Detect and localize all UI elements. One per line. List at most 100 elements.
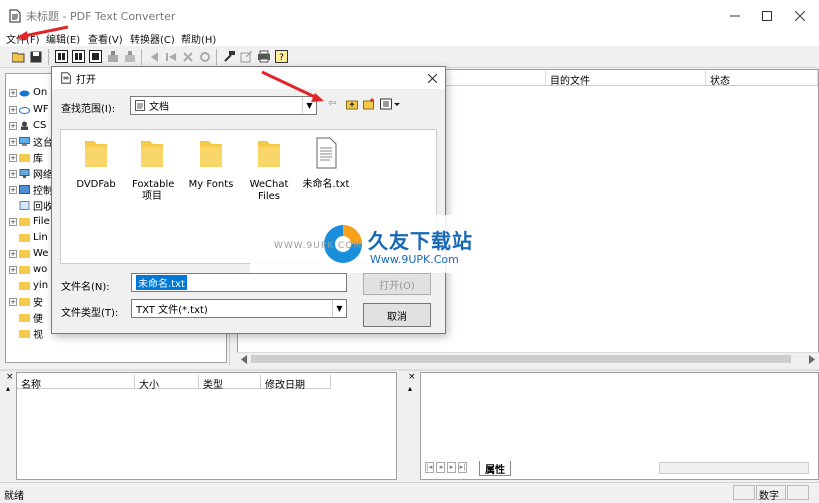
help-icon: ? bbox=[275, 50, 288, 63]
dialog-close-button[interactable] bbox=[424, 70, 440, 86]
tree-item[interactable]: + 网络 bbox=[9, 167, 53, 181]
tab-scrollbar[interactable] bbox=[659, 462, 809, 474]
expand-icon[interactable]: + bbox=[9, 265, 17, 274]
chevron-down-icon[interactable]: ▼ bbox=[302, 97, 316, 114]
view-menu-icon[interactable] bbox=[380, 98, 400, 110]
expand-icon[interactable]: + bbox=[9, 249, 17, 258]
column-header-size[interactable]: 大小 bbox=[135, 375, 199, 391]
stamp-all-icon bbox=[125, 51, 135, 62]
column-header-status[interactable]: 状态 bbox=[706, 70, 818, 87]
tree-item[interactable]: 便 bbox=[9, 311, 43, 325]
expand-icon[interactable]: + bbox=[9, 169, 17, 178]
new-folder-icon[interactable] bbox=[363, 98, 375, 110]
menu-edit[interactable]: 编辑(E) bbox=[46, 31, 80, 46]
column-header-modified[interactable]: 修改日期 bbox=[261, 375, 331, 391]
watermark-url: Www.9UPK.Com bbox=[370, 253, 459, 266]
status-bar: 就绪 数字 bbox=[0, 482, 819, 503]
file-details-panel[interactable]: 名称 大小 类型 修改日期 bbox=[16, 372, 397, 480]
tree-item[interactable]: + 这台 bbox=[9, 135, 53, 149]
tree-item[interactable]: + 库 bbox=[9, 151, 43, 165]
file-item[interactable]: My Fonts bbox=[183, 137, 239, 191]
expand-icon[interactable]: + bbox=[9, 121, 17, 130]
stamp-button[interactable] bbox=[105, 49, 120, 64]
tree-item[interactable]: + 安 bbox=[9, 295, 43, 309]
next-tab-icon[interactable]: ▸ bbox=[447, 462, 456, 473]
back-icon[interactable]: ⇦ bbox=[328, 98, 336, 109]
pane-pin-icon[interactable]: ▴ bbox=[408, 384, 412, 393]
expand-icon[interactable]: + bbox=[9, 88, 17, 97]
tree-item[interactable]: + On bbox=[9, 86, 47, 99]
filetype-select[interactable]: TXT 文件(*.txt) ▼ bbox=[131, 299, 347, 318]
expand-icon[interactable]: + bbox=[9, 217, 17, 226]
cancel-button[interactable]: 取消 bbox=[363, 303, 431, 327]
convert-all-button[interactable] bbox=[71, 49, 86, 64]
expand-icon[interactable]: + bbox=[9, 137, 17, 146]
chevron-down-icon[interactable]: ▼ bbox=[332, 300, 346, 317]
expand-icon[interactable]: + bbox=[9, 185, 17, 194]
expand-icon[interactable]: + bbox=[9, 105, 17, 114]
export-icon bbox=[240, 50, 253, 63]
last-tab-icon[interactable]: ▸| bbox=[458, 462, 467, 473]
convert-selected-button[interactable] bbox=[88, 49, 103, 64]
printer-button[interactable] bbox=[256, 49, 271, 64]
first-tab-icon[interactable]: |◂ bbox=[425, 462, 434, 473]
tree-item[interactable]: Lin bbox=[9, 231, 48, 244]
user-icon bbox=[21, 121, 28, 130]
scroll-right-icon[interactable] bbox=[808, 355, 816, 364]
tree-item[interactable]: + wo bbox=[9, 263, 47, 276]
menu-help[interactable]: 帮助(H) bbox=[181, 31, 216, 46]
tree-item[interactable]: + File bbox=[9, 215, 50, 228]
pane-close-icon[interactable]: × bbox=[6, 372, 14, 382]
file-item[interactable]: WeChat Files bbox=[241, 137, 297, 203]
help-button[interactable]: ? bbox=[274, 49, 289, 64]
horizontal-splitter[interactable] bbox=[0, 369, 819, 371]
file-item[interactable]: Foxtable项目 bbox=[124, 137, 180, 203]
export-button[interactable] bbox=[239, 49, 254, 64]
scrollbar-thumb[interactable] bbox=[251, 355, 791, 363]
scroll-left-icon[interactable] bbox=[240, 355, 248, 364]
watermark: 久友下载站 Www.9UPK.Com WWW.9UPK.COM bbox=[250, 205, 472, 280]
tree-item[interactable]: yin bbox=[9, 279, 48, 292]
prev-tab-icon[interactable]: ◂ bbox=[436, 462, 445, 473]
tools-button[interactable] bbox=[222, 49, 237, 64]
file-item[interactable]: 未命名.txt bbox=[296, 137, 356, 191]
column-header-target[interactable]: 目的文件 bbox=[546, 70, 706, 87]
tree-item[interactable]: + 控制 bbox=[9, 183, 53, 197]
pane-pin-icon[interactable]: ▴ bbox=[6, 384, 10, 393]
column-label: 大小 bbox=[139, 380, 159, 391]
horizontal-scrollbar[interactable] bbox=[237, 352, 819, 365]
expand-icon[interactable]: + bbox=[9, 153, 17, 162]
watermark-url-small: WWW.9UPK.COM bbox=[274, 241, 363, 251]
up-folder-icon[interactable] bbox=[346, 99, 358, 110]
tree-item[interactable]: + WF bbox=[9, 103, 49, 116]
tree-item[interactable]: 视 bbox=[9, 327, 43, 341]
back-icon bbox=[150, 51, 158, 62]
menu-file[interactable]: 文件(F) bbox=[6, 31, 40, 46]
settings-button[interactable] bbox=[197, 49, 212, 64]
file-item[interactable]: DVDFab bbox=[68, 137, 124, 191]
save-button[interactable] bbox=[28, 49, 43, 64]
look-in-select[interactable]: 文档 ▼ bbox=[130, 96, 317, 115]
pane-close-icon[interactable]: × bbox=[408, 372, 416, 382]
maximize-button[interactable] bbox=[752, 5, 782, 27]
menu-converter[interactable]: 转换器(C) bbox=[130, 31, 175, 46]
stamp-all-button[interactable] bbox=[122, 49, 137, 64]
expand-icon[interactable]: + bbox=[9, 297, 17, 306]
open-folder-button[interactable] bbox=[11, 49, 26, 64]
menu-view[interactable]: 查看(V) bbox=[88, 31, 123, 46]
folder-icon bbox=[19, 250, 30, 258]
minimize-button[interactable] bbox=[720, 5, 750, 27]
tree-item[interactable]: 回收 bbox=[9, 199, 53, 213]
undo-button[interactable] bbox=[163, 49, 178, 64]
column-header-type[interactable]: 类型 bbox=[199, 375, 261, 391]
tree-item[interactable]: + CS bbox=[9, 119, 46, 132]
delete-button[interactable] bbox=[180, 49, 195, 64]
close-button[interactable] bbox=[785, 5, 815, 27]
open-folder-icon bbox=[11, 52, 24, 62]
properties-panel[interactable]: |◂ ◂ ▸ ▸| 属性 bbox=[420, 372, 819, 480]
convert-button[interactable] bbox=[54, 49, 69, 64]
tab-properties[interactable]: 属性 bbox=[479, 461, 511, 476]
tree-item[interactable]: + We bbox=[9, 247, 48, 260]
column-header-name[interactable]: 名称 bbox=[17, 375, 135, 391]
back-button[interactable] bbox=[146, 49, 161, 64]
